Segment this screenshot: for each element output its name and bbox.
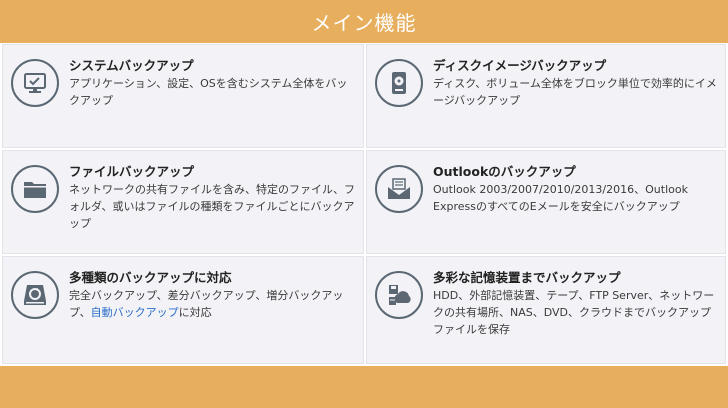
feature-title: 多彩な記憶装置までバックアップ: [433, 270, 621, 285]
auto-backup-link[interactable]: 自動バックアップ: [91, 306, 179, 319]
feature-title: ファイルバックアップ: [69, 164, 195, 179]
feature-description: アプリケーション、設定、OSを含むシステム全体をバックアップ: [69, 77, 348, 107]
feature-card-storage-devices: 多彩な記憶装置までバックアップ HDD、外部記憶装置、テープ、FTP Serve…: [366, 256, 726, 364]
feature-description: ネットワークの共有ファイルを含み、特定のファイル、フォルダ、或いはファイルの種類…: [69, 183, 355, 230]
feature-description: HDD、外部記憶装置、テープ、FTP Server、ネットワークの共有場所、NA…: [433, 289, 715, 336]
folder-icon: [11, 165, 59, 213]
storage-cloud-icon: [375, 271, 423, 319]
feature-card-multiple-backup-types: 多種類のバックアップに対応 完全バックアップ、差分バックアップ、増分バックアップ…: [2, 256, 364, 364]
envelope-icon: [375, 165, 423, 213]
feature-title: ディスクイメージバックアップ: [433, 58, 607, 73]
hard-disk-icon: [375, 59, 423, 107]
feature-description: ディスク、ボリューム全体をブロック単位で効率的にイメージバックアップ: [433, 77, 717, 107]
monitor-check-icon: [11, 59, 59, 107]
feature-card-disk-image-backup: ディスクイメージバックアップ ディスク、ボリューム全体をブロック単位で効率的にイ…: [366, 44, 726, 148]
header-banner: メイン機能: [0, 0, 728, 43]
feature-card-outlook-backup: Outlookのバックアップ Outlook 2003/2007/2010/20…: [366, 150, 726, 254]
page-title: メイン機能: [311, 11, 417, 35]
feature-title: システムバックアップ: [69, 58, 194, 73]
feature-card-system-backup: システムバックアップ アプリケーション、設定、OSを含むシステム全体をバックアッ…: [2, 44, 364, 148]
feature-description: 完全バックアップ、差分バックアップ、増分バックアップ、自動バックアップに対応: [69, 287, 357, 321]
feature-description-suffix: に対応: [178, 306, 212, 319]
feature-title: Outlookのバックアップ: [433, 164, 576, 179]
footer-banner: [0, 366, 728, 408]
feature-description: Outlook 2003/2007/2010/2013/2016、Outlook…: [433, 183, 688, 213]
backup-drive-icon: [11, 271, 59, 319]
feature-card-file-backup: ファイルバックアップ ネットワークの共有ファイルを含み、特定のファイル、フォルダ…: [2, 150, 364, 254]
feature-title: 多種類のバックアップに対応: [69, 270, 232, 285]
